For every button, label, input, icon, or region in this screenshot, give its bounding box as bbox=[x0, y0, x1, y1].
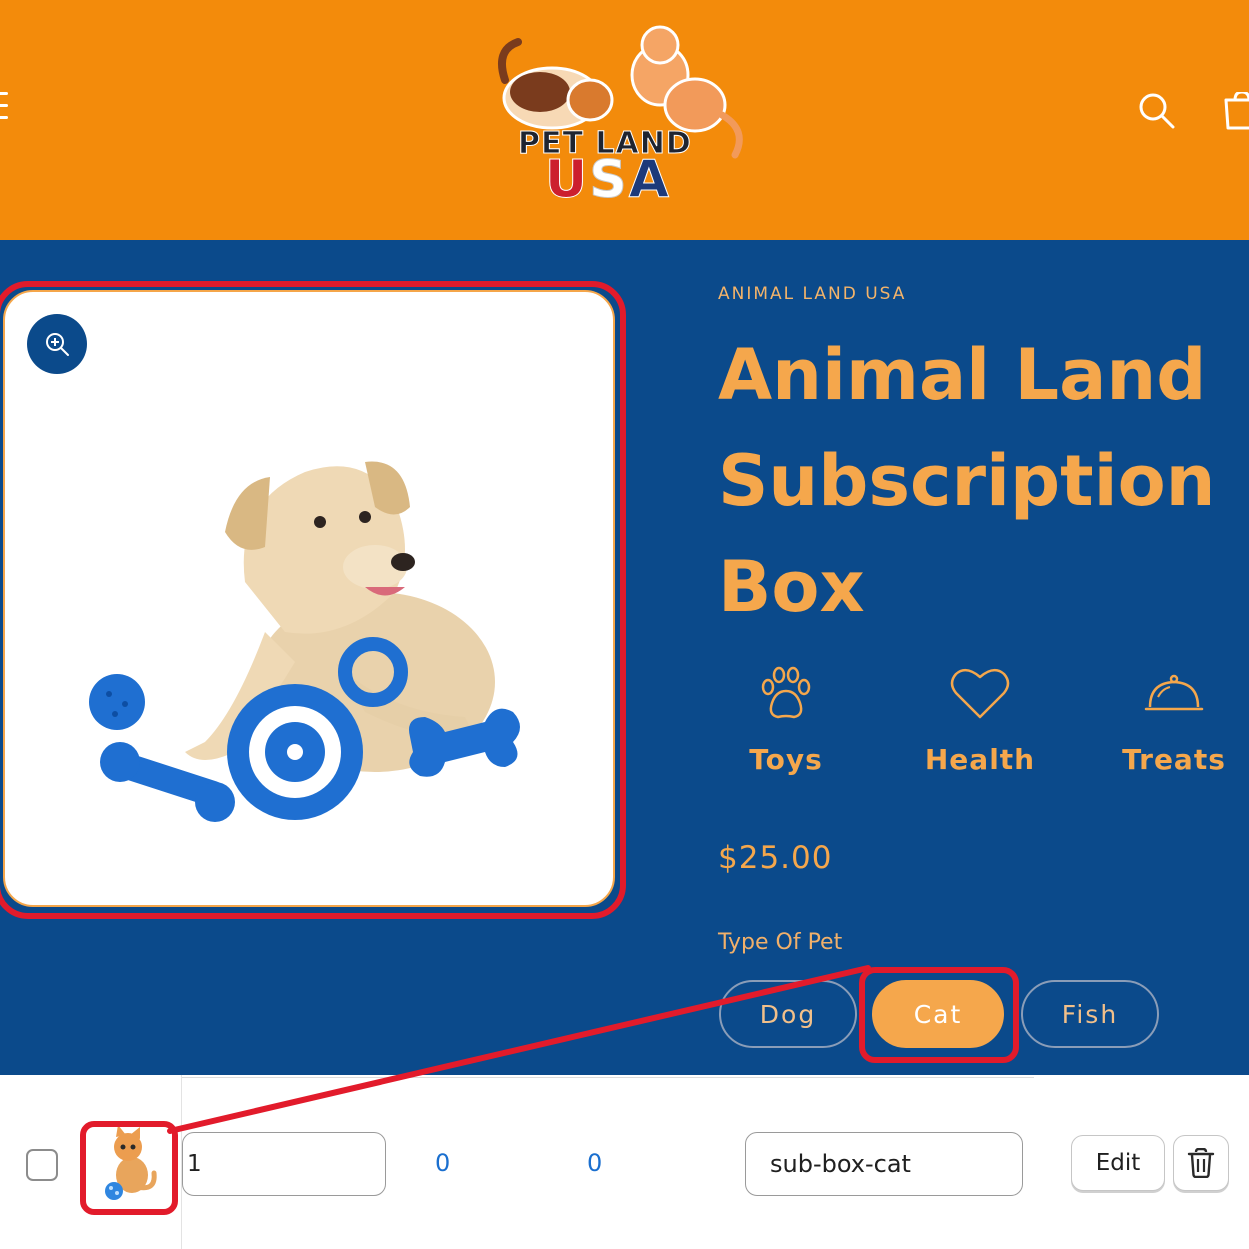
delete-button[interactable] bbox=[1173, 1135, 1229, 1191]
product-vendor: ANIMAL LAND USA bbox=[718, 284, 907, 304]
edit-button[interactable]: Edit bbox=[1071, 1135, 1165, 1191]
value-link-2[interactable]: 0 bbox=[587, 1149, 602, 1177]
sku-input[interactable]: sub-box-cat bbox=[745, 1132, 1023, 1196]
trash-icon bbox=[1187, 1148, 1215, 1178]
product-title: Animal Land Subscription Box bbox=[718, 334, 1216, 628]
logo-text-usa: USA bbox=[544, 150, 671, 211]
divider bbox=[182, 1077, 1034, 1078]
feature-toys: Toys bbox=[716, 665, 856, 776]
feature-health: Health bbox=[910, 665, 1050, 776]
cart-icon[interactable] bbox=[1222, 92, 1249, 130]
zoom-button[interactable] bbox=[27, 314, 87, 374]
quantity-input[interactable]: 1 bbox=[182, 1132, 386, 1196]
zoom-in-icon bbox=[46, 333, 69, 356]
heart-icon bbox=[950, 668, 1010, 719]
cat-variant-thumbnail[interactable] bbox=[98, 1125, 162, 1203]
value-link-1[interactable]: 0 bbox=[435, 1149, 450, 1177]
search-icon[interactable] bbox=[1136, 90, 1176, 130]
option-label: Type Of Pet bbox=[718, 930, 843, 955]
feature-label: Treats bbox=[1122, 743, 1226, 776]
option-dog[interactable]: Dog bbox=[719, 980, 857, 1048]
row-checkbox[interactable] bbox=[26, 1149, 58, 1181]
variant-admin-row: 1 0 0 sub-box-cat Edit bbox=[0, 1075, 1249, 1249]
product-price: $25.00 bbox=[718, 840, 833, 876]
paw-icon bbox=[761, 666, 811, 719]
menu-icon[interactable] bbox=[0, 92, 8, 128]
option-fish[interactable]: Fish bbox=[1021, 980, 1159, 1048]
feature-label: Toys bbox=[749, 743, 823, 776]
site-header: PET LAND USA bbox=[0, 0, 1249, 240]
dog-with-toys-image bbox=[89, 461, 520, 822]
product-section: ANIMAL LAND USA Animal Land Subscription… bbox=[0, 240, 1249, 1075]
cloche-icon bbox=[1144, 674, 1204, 711]
option-cat[interactable]: Cat bbox=[872, 980, 1004, 1048]
feature-treats: Treats bbox=[1104, 665, 1244, 776]
feature-label: Health bbox=[924, 743, 1036, 776]
product-image-frame[interactable] bbox=[3, 290, 615, 907]
